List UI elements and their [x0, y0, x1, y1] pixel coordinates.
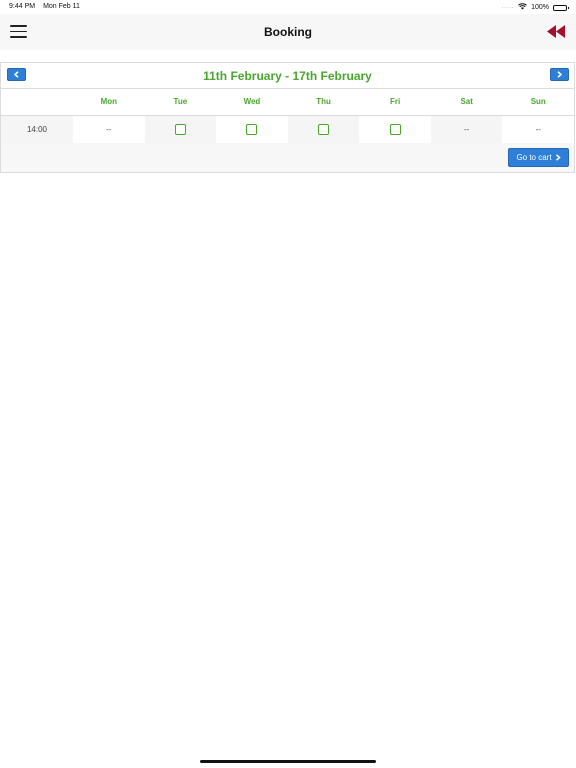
day-label-tue: Tue: [173, 97, 188, 106]
panel-footer: Go to cart: [1, 143, 574, 172]
booking-grid: Mon Tue Wed Thu Fri Sat Sun 14:00 -- -- …: [1, 88, 575, 144]
nav-bar: Booking: [0, 14, 576, 50]
day-label-wed: Wed: [243, 97, 261, 106]
battery-icon: [553, 4, 569, 11]
wifi-icon: [518, 3, 527, 12]
status-left: 9:44 PM Mon Feb 11: [9, 3, 80, 10]
day-label-mon: Mon: [100, 97, 117, 106]
booking-panel: 11th February - 17th February Mon Tue We…: [0, 62, 575, 173]
status-right: ····· 100%: [501, 3, 569, 12]
slot-wed-checkbox[interactable]: [246, 124, 258, 135]
status-bar: 9:44 PM Mon Feb 11 ····· 100%: [0, 0, 576, 14]
slot-mon-unavailable: --: [73, 116, 145, 143]
slot-fri-checkbox[interactable]: [389, 124, 401, 135]
day-label-thu: Thu: [316, 97, 331, 106]
days-header-row: Mon Tue Wed Thu Fri Sat Sun: [1, 88, 574, 116]
day-label-sun: Sun: [530, 97, 546, 106]
next-week-button[interactable]: [550, 68, 569, 81]
slot-thu: [287, 116, 360, 143]
slot-thu-checkbox[interactable]: [318, 124, 330, 135]
page-title: Booking: [264, 25, 312, 39]
signal-dots: ·····: [501, 4, 515, 11]
screen: 9:44 PM Mon Feb 11 ····· 100% Booking 11…: [0, 0, 576, 768]
go-to-cart-button[interactable]: Go to cart: [508, 148, 569, 167]
day-label-sat: Sat: [460, 97, 473, 106]
battery-percent: 100%: [531, 4, 549, 11]
slot-sat-unavailable: --: [430, 116, 503, 143]
week-title: 11th February - 17th February: [203, 69, 372, 83]
slot-wed: [216, 116, 288, 143]
slot-time: 14:00: [1, 116, 73, 143]
rewind-back-icon[interactable]: [547, 25, 566, 38]
go-to-cart-label: Go to cart: [516, 153, 552, 162]
time-column-header: [1, 88, 73, 115]
day-label-fri: Fri: [389, 97, 401, 106]
status-date: Mon Feb 11: [43, 3, 80, 10]
slot-fri: [359, 116, 431, 143]
home-indicator[interactable]: [200, 760, 376, 763]
status-time: 9:44 PM: [9, 3, 36, 10]
time-slot-row: 14:00 -- -- --: [1, 116, 575, 144]
chevron-right-icon: [557, 71, 563, 78]
chevron-right-icon: [555, 154, 561, 161]
slot-tue: [144, 116, 217, 143]
slot-sun-unavailable: --: [502, 116, 575, 143]
slot-tue-checkbox[interactable]: [174, 124, 186, 135]
week-header: 11th February - 17th February: [1, 63, 574, 89]
